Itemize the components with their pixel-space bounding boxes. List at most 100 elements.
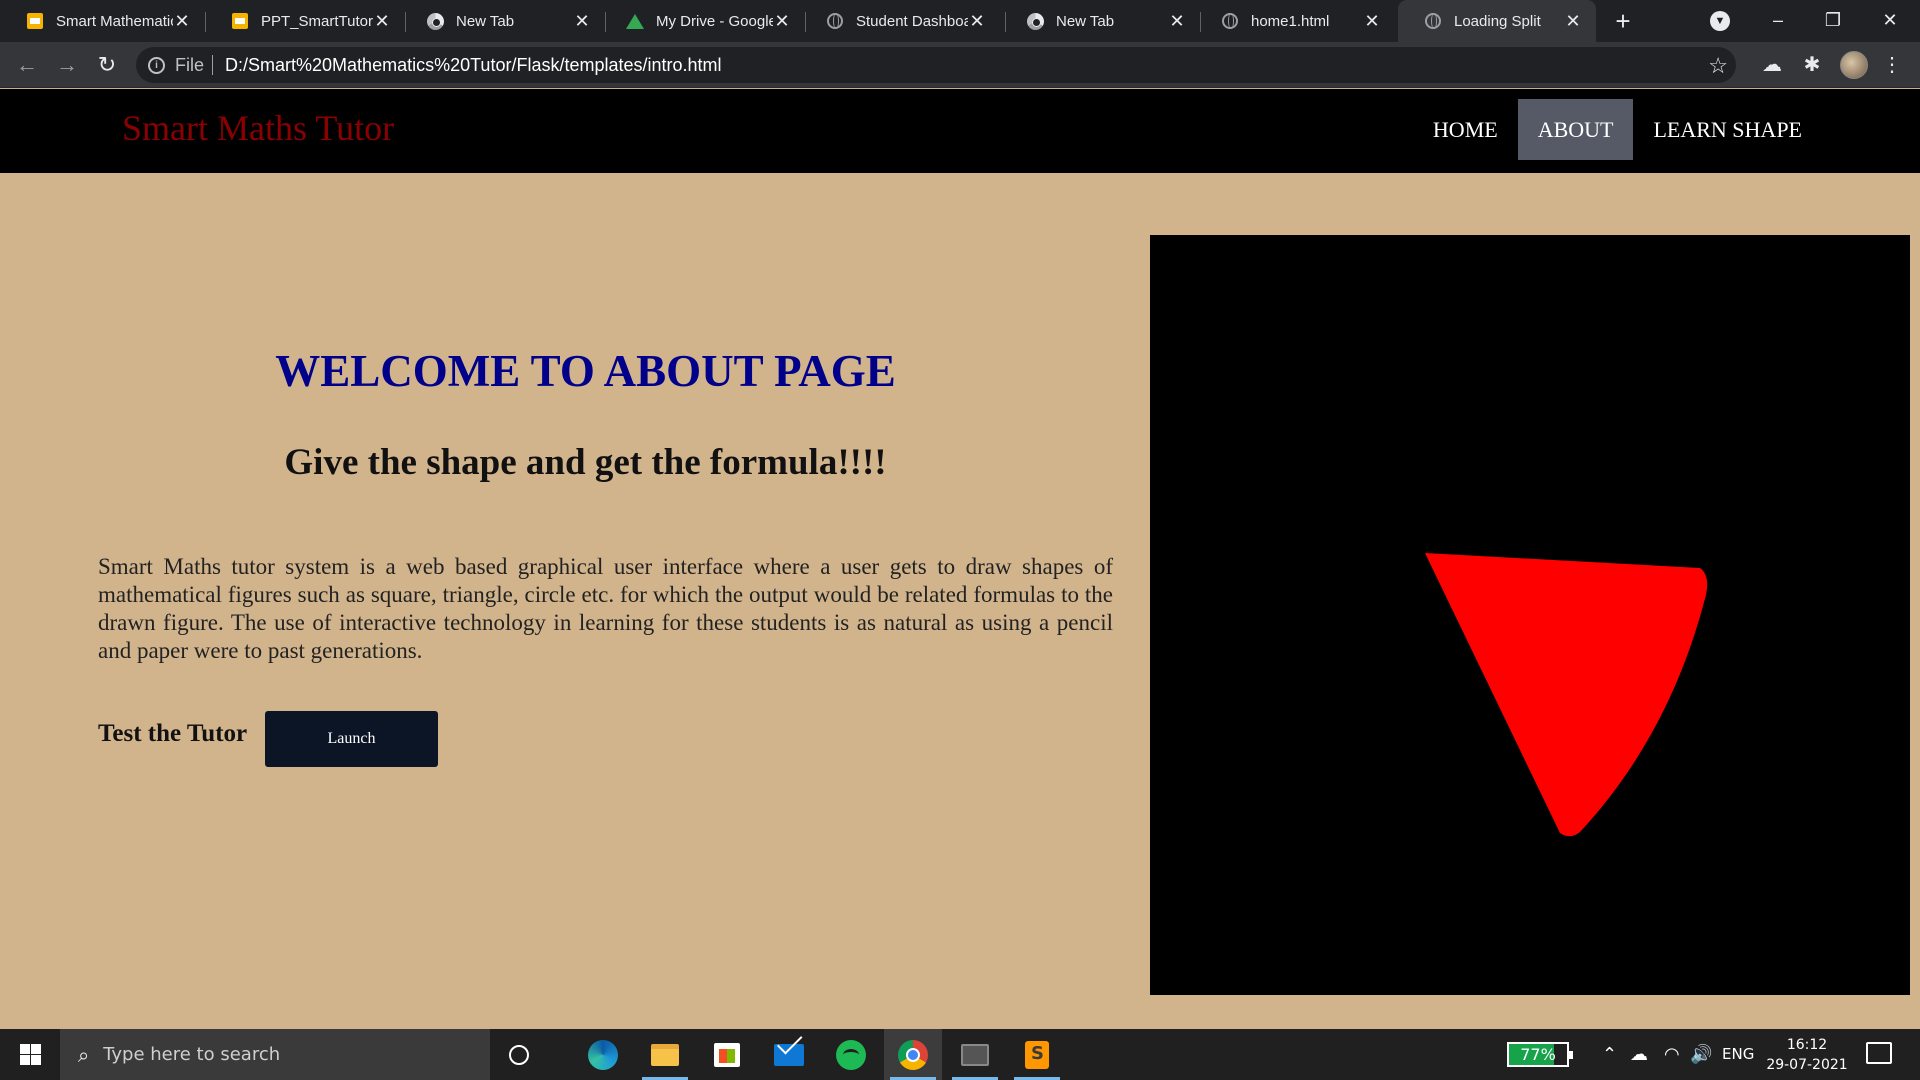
tab-new-tab[interactable]: New Tab ✕ [400, 0, 605, 42]
close-icon[interactable]: ✕ [1168, 11, 1186, 32]
extension-cloud-icon[interactable]: ☁ [1760, 53, 1784, 77]
page-subtitle: Give the shape and get the formula!!!! [284, 442, 887, 483]
tab-title: New Tab [456, 12, 515, 30]
globe-icon [826, 12, 844, 30]
page-description: Smart Maths tutor system is a web based … [98, 554, 1113, 663]
edge-icon [588, 1039, 618, 1070]
onedrive-cloud-icon[interactable]: ☁ [1630, 1044, 1648, 1065]
taskbar-search-box[interactable]: ⌕ Type here to search [60, 1029, 490, 1080]
battery-percent-label: 77% [1520, 1045, 1556, 1064]
profile-avatar[interactable] [1840, 51, 1868, 79]
cortana-button[interactable] [490, 1029, 548, 1080]
taskbar-app-spotify[interactable] [822, 1029, 880, 1080]
windows-taskbar: ⌕ Type here to search 77% ⌃ ☁ ◠ 🔊 ENG 16… [0, 1029, 1920, 1080]
omnibox-separator [212, 55, 214, 75]
drive-icon [626, 12, 644, 30]
clock-time: 16:12 [1786, 1037, 1828, 1053]
nav-home[interactable]: HOME [1413, 99, 1518, 160]
clock-date: 29-07-2021 [1766, 1057, 1848, 1073]
globe-icon [1221, 12, 1239, 30]
extensions-puzzle-icon[interactable]: ✱ [1800, 53, 1824, 77]
url-text[interactable]: D:/Smart%20Mathematics%20Tutor/Flask/tem… [225, 55, 722, 76]
tab-loading-split[interactable]: Loading Split ✕ [1398, 0, 1596, 42]
address-bar[interactable]: i File D:/Smart%20Mathematics%20Tutor/Fl… [136, 47, 1736, 83]
tab-title: PPT_SmartTutor - Google Slides [261, 12, 373, 30]
tab-title: Smart Mathematics Tutor [56, 12, 173, 30]
taskbar-app-mail[interactable] [760, 1029, 818, 1080]
tab-title: Student Dashboard [856, 12, 968, 30]
tab-my-drive[interactable]: My Drive - Google Drive ✕ [600, 0, 805, 42]
red-triangle-shape [1425, 553, 1708, 837]
globe-icon [1424, 12, 1442, 30]
forward-arrow-icon[interactable]: → [52, 50, 82, 80]
menu-kebab-icon[interactable]: ⋮ [1880, 53, 1904, 77]
browser-toolbar: ← → ↻ i File D:/Smart%20Mathematics%20Tu… [0, 42, 1920, 88]
store-icon [714, 1042, 740, 1067]
taskbar-app-terminal[interactable] [946, 1029, 1004, 1080]
battery-indicator[interactable]: 77% [1507, 1042, 1573, 1067]
taskbar-app-store[interactable] [698, 1029, 756, 1080]
test-the-tutor-label: Test the Tutor [98, 720, 248, 747]
launch-button[interactable]: Launch [265, 711, 438, 767]
chevron-up-icon[interactable]: ⌃ [1602, 1044, 1617, 1065]
close-icon[interactable]: ✕ [173, 11, 191, 32]
tab-home1-html[interactable]: home1.html ✕ [1195, 0, 1395, 42]
chrome-icon [898, 1039, 928, 1070]
tab-ppt-smarttutor[interactable]: PPT_SmartTutor - Google Slides ✕ [205, 0, 405, 42]
shape-canvas[interactable] [1150, 235, 1910, 995]
tab-search-icon[interactable]: ▼ [1710, 11, 1730, 31]
slides-icon [26, 12, 44, 30]
search-placeholder: Type here to search [103, 1044, 281, 1065]
close-icon[interactable]: ✕ [573, 11, 591, 32]
bookmark-star-icon[interactable]: ☆ [1708, 53, 1728, 79]
scheme-label: File [175, 54, 205, 75]
site-brand[interactable]: Smart Maths Tutor [122, 107, 394, 149]
taskbar-app-file-explorer[interactable] [636, 1029, 694, 1080]
site-navbar: Smart Maths Tutor HOME ABOUT LEARN SHAPE [0, 89, 1920, 173]
input-language[interactable]: ENG [1722, 1045, 1754, 1063]
folder-icon [651, 1043, 679, 1066]
chrome-icon [1026, 12, 1044, 30]
close-icon[interactable]: ✕ [968, 11, 986, 32]
reload-icon[interactable]: ↻ [92, 50, 122, 80]
new-tab-button[interactable]: + [1608, 6, 1638, 36]
back-arrow-icon[interactable]: ← [12, 50, 42, 80]
chrome-icon [426, 12, 444, 30]
minimize-button[interactable]: – [1748, 0, 1808, 42]
close-icon[interactable]: ✕ [1363, 11, 1381, 32]
tab-title: home1.html [1251, 12, 1330, 30]
notification-center-icon[interactable] [1866, 1042, 1892, 1064]
search-icon: ⌕ [78, 1042, 90, 1067]
restore-button[interactable]: ❐ [1803, 0, 1863, 42]
slides-icon [231, 12, 249, 30]
spotify-icon [836, 1039, 866, 1070]
tab-title: My Drive - Google Drive [656, 12, 773, 30]
tab-smart-mathematics[interactable]: Smart Mathematics Tutor ✕ [0, 0, 205, 42]
nav-learn-shape[interactable]: LEARN SHAPE [1633, 99, 1822, 160]
tab-new-tab-2[interactable]: New Tab ✕ [1000, 0, 1200, 42]
page-title: WELCOME TO ABOUT PAGE [275, 346, 896, 396]
windows-start-button[interactable] [0, 1029, 60, 1080]
close-window-button[interactable]: ✕ [1860, 0, 1920, 42]
cortana-icon [509, 1044, 529, 1065]
taskbar-app-chrome[interactable] [884, 1029, 942, 1080]
info-icon[interactable]: i [148, 56, 165, 74]
close-icon[interactable]: ✕ [773, 11, 791, 32]
taskbar-app-edge[interactable] [574, 1029, 632, 1080]
nav-links: HOME ABOUT LEARN SHAPE [1413, 99, 1920, 160]
page-content: WELCOME TO ABOUT PAGE Give the shape and… [0, 173, 1920, 1029]
close-icon[interactable]: ✕ [373, 11, 391, 32]
system-clock[interactable]: 16:12 29-07-2021 [1765, 1035, 1849, 1075]
sublime-text-icon [1025, 1040, 1049, 1069]
nav-about[interactable]: ABOUT [1517, 99, 1634, 160]
shape-drawing [1425, 553, 1708, 837]
taskbar-app-sublime[interactable] [1008, 1029, 1066, 1080]
close-icon[interactable]: ✕ [1564, 11, 1582, 32]
terminal-icon [961, 1043, 989, 1066]
tab-title: New Tab [1056, 12, 1115, 30]
wifi-icon[interactable]: ◠ [1664, 1044, 1680, 1065]
tab-title: Loading Split [1454, 12, 1541, 30]
tab-student-dashboard[interactable]: Student Dashboard ✕ [800, 0, 1000, 42]
mail-icon [774, 1043, 804, 1066]
volume-icon[interactable]: 🔊 [1690, 1044, 1712, 1065]
